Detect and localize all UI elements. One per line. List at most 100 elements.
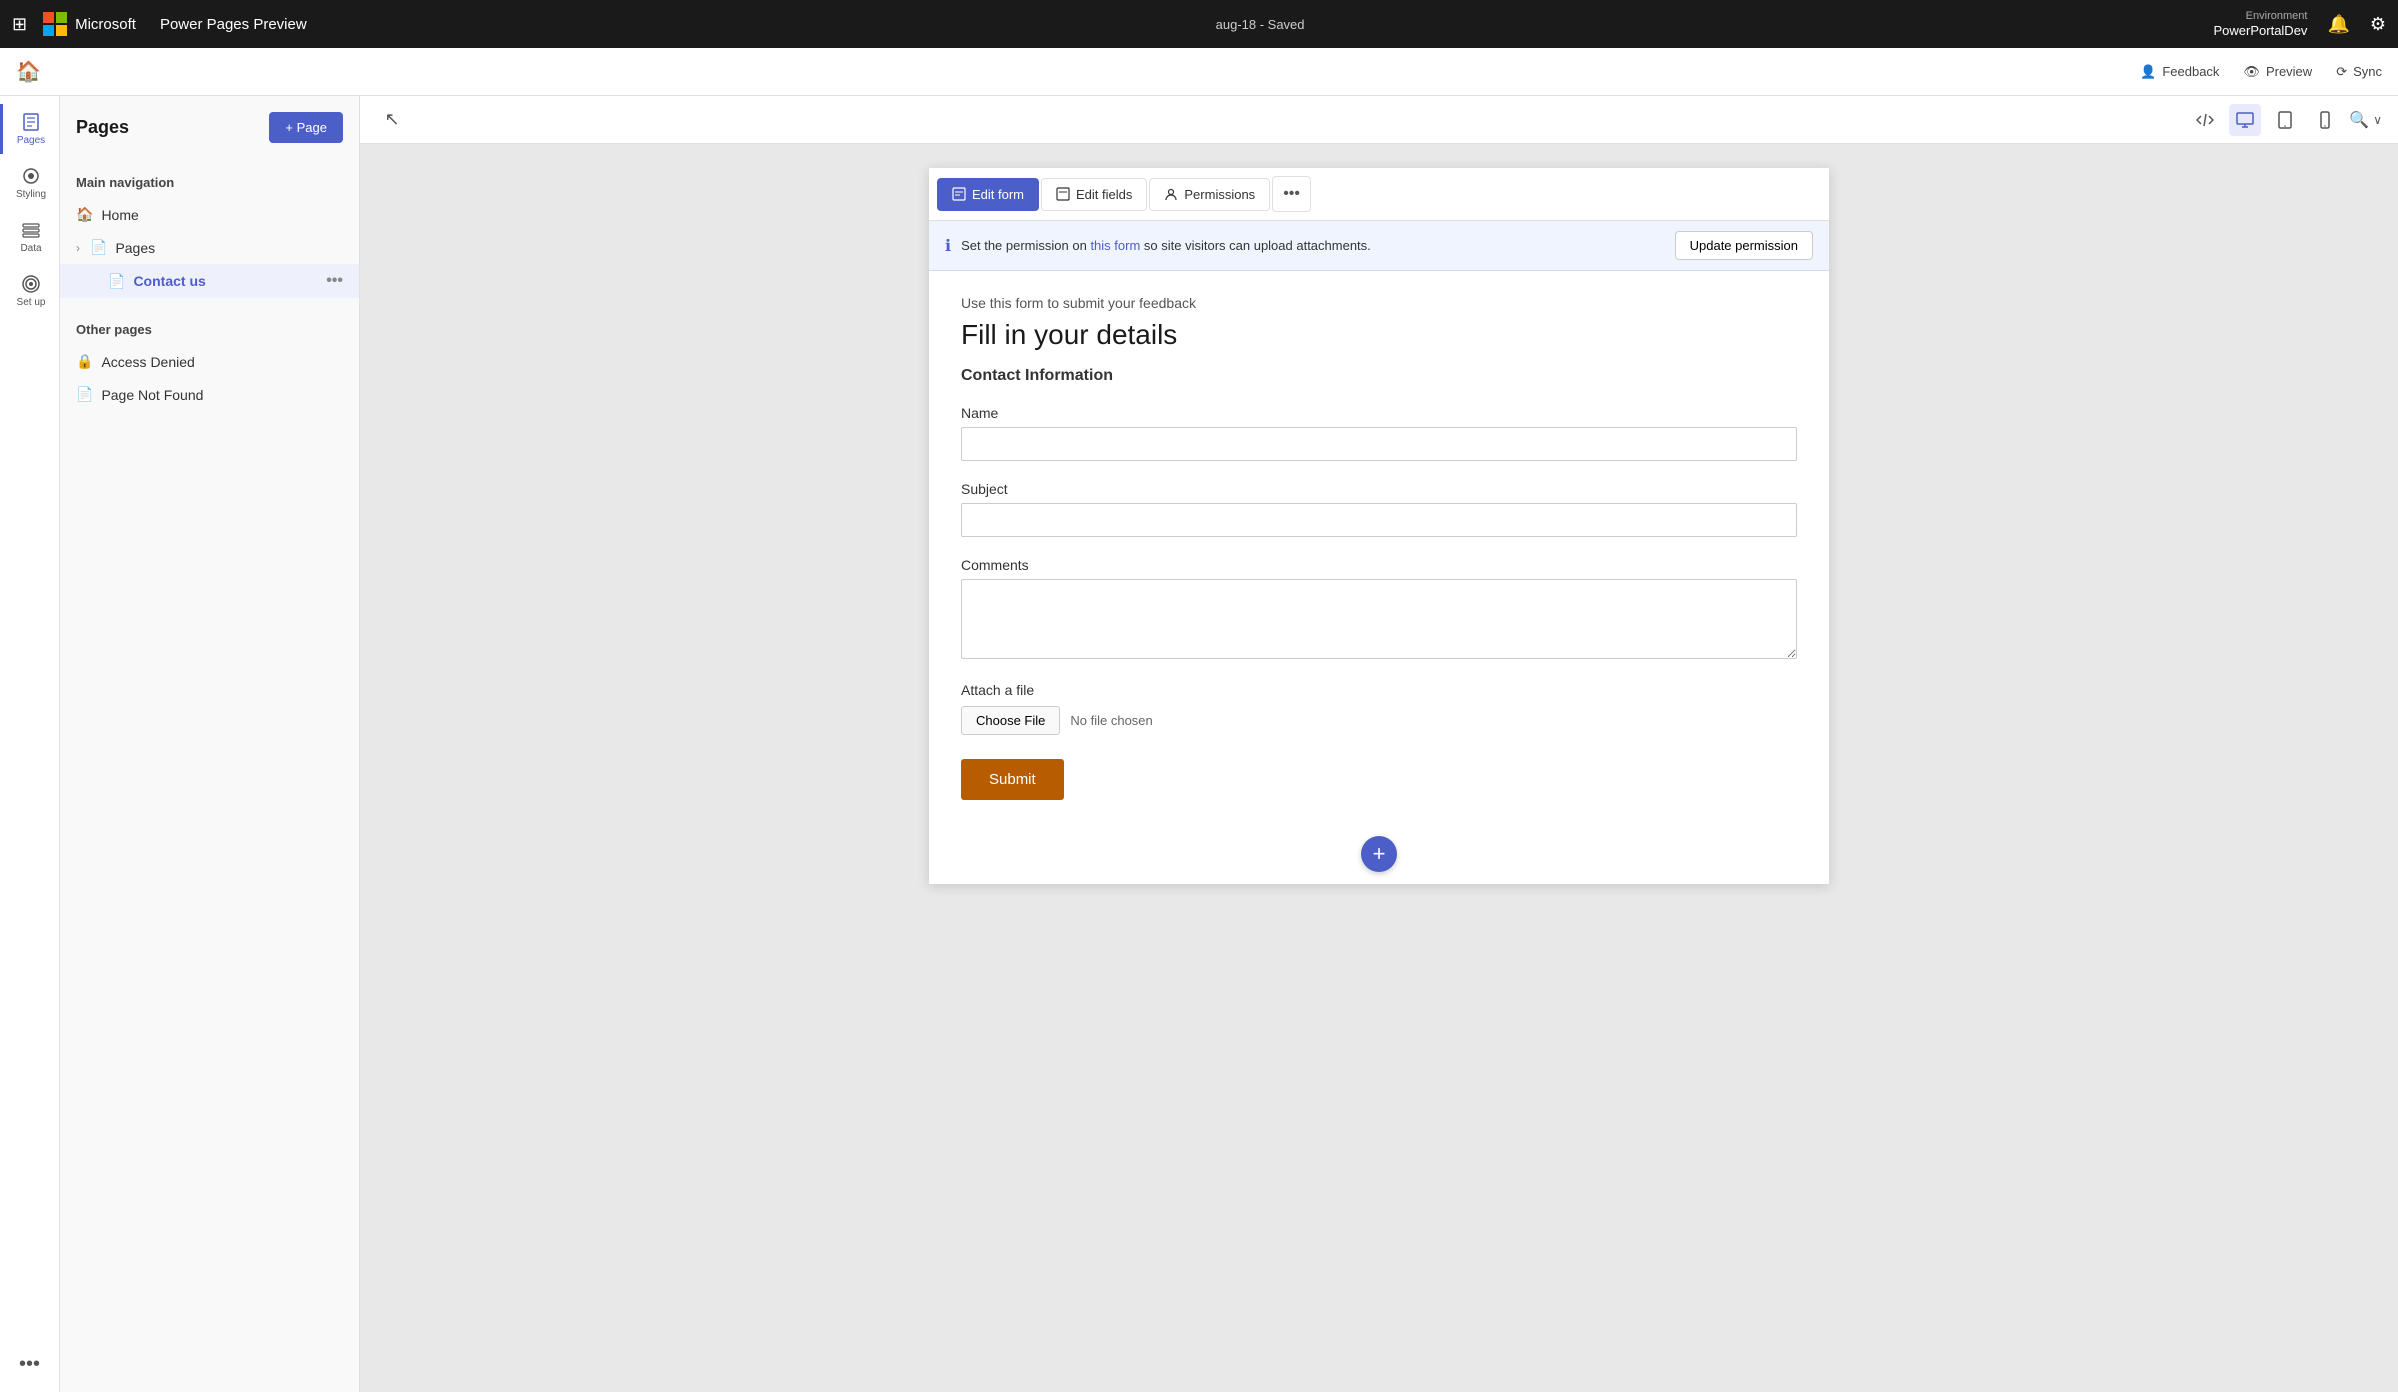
data-icon (21, 220, 41, 240)
pointer-tool-btn[interactable]: ↖ (376, 104, 408, 136)
nav-item-more-icon[interactable]: ••• (326, 272, 343, 290)
add-page-button[interactable]: + Page (269, 112, 343, 143)
form-content: Use this form to submit your feedback Fi… (929, 271, 1829, 824)
canvas-frame: Edit form Edit fields (929, 168, 1829, 884)
nav-item-contact-us[interactable]: 📄 Contact us ••• (60, 264, 359, 298)
sidebar-item-styling[interactable]: Styling (0, 158, 59, 208)
submit-button[interactable]: Submit (961, 759, 1064, 800)
sidebar-item-data[interactable]: Data (0, 212, 59, 262)
feedback-button[interactable]: 👤 Feedback (2140, 64, 2219, 80)
nav-item-home[interactable]: 🏠 Home (60, 198, 359, 231)
add-section-icon: + (1373, 841, 1386, 867)
pages-panel-header: Pages + Page (60, 96, 359, 159)
main-area: Pages Styling Data Set up ••• (0, 96, 2398, 1392)
form-title: Fill in your details (961, 319, 1797, 351)
notification-icon[interactable]: 🔔 (2327, 14, 2349, 35)
access-denied-icon: 🔒 (76, 353, 93, 370)
comments-field: Comments (961, 557, 1797, 662)
mobile-icon (2316, 111, 2334, 129)
edit-fields-label: Edit fields (1076, 187, 1132, 202)
canvas-scroll[interactable]: Edit form Edit fields (360, 144, 2398, 1392)
main-nav-title: Main navigation (60, 167, 359, 198)
nav-item-home-label: Home (101, 207, 138, 223)
chevron-icon: › (76, 241, 80, 255)
zoom-chevron: ∨ (2373, 113, 2382, 127)
nav-item-pages[interactable]: › 📄 Pages (60, 231, 359, 264)
code-icon (2196, 111, 2214, 129)
contact-nav-icon: 📄 (108, 273, 125, 290)
microsoft-brand-label: Microsoft (75, 16, 136, 33)
nav-item-page-not-found-label: Page Not Found (101, 387, 203, 403)
nav-item-access-denied-label: Access Denied (101, 354, 194, 370)
pages-icon (21, 112, 41, 132)
permissions-button[interactable]: Permissions (1149, 178, 1270, 211)
preview-label: Preview (2266, 64, 2312, 79)
subject-field: Subject (961, 481, 1797, 537)
nav-item-page-not-found[interactable]: 📄 Page Not Found (60, 378, 359, 411)
page-not-found-icon: 📄 (76, 386, 93, 403)
update-permission-button[interactable]: Update permission (1675, 231, 1813, 260)
tablet-icon (2276, 111, 2294, 129)
add-section-button[interactable]: + (1361, 836, 1397, 872)
sync-icon: ⟳ (2336, 64, 2347, 80)
styling-icon (21, 166, 41, 186)
name-label: Name (961, 405, 1797, 421)
other-pages-title: Other pages (60, 314, 359, 345)
environment-info: Environment PowerPortalDev (2214, 10, 2308, 39)
form-toolbar-more-button[interactable]: ••• (1272, 176, 1311, 212)
permissions-label: Permissions (1184, 187, 1255, 202)
sidebar-item-setup[interactable]: Set up (0, 266, 59, 316)
edit-form-label: Edit form (972, 187, 1024, 202)
sync-label: Sync (2353, 64, 2382, 79)
sidebar-item-pages-label: Pages (17, 135, 45, 146)
zoom-control[interactable]: 🔍 ∨ (2349, 110, 2382, 130)
waffle-icon[interactable]: ⊞ (12, 14, 27, 35)
code-view-btn[interactable] (2189, 104, 2221, 136)
canvas-toolbar-right: 🔍 ∨ (2189, 104, 2382, 136)
topbar: ⊞ Microsoft Power Pages Preview aug-18 -… (0, 0, 2398, 48)
pages-panel-title: Pages (76, 117, 129, 138)
file-row: Choose File No file chosen (961, 706, 1797, 735)
preview-button[interactable]: 👁 Preview (2243, 64, 2312, 80)
edit-form-button[interactable]: Edit form (937, 178, 1039, 211)
feedback-label: Feedback (2162, 64, 2219, 79)
mobile-view-btn[interactable] (2309, 104, 2341, 136)
tablet-view-btn[interactable] (2269, 104, 2301, 136)
preview-icon: 👁 (2243, 64, 2260, 80)
edit-fields-button[interactable]: Edit fields (1041, 178, 1147, 211)
canvas-toolbar-left: ↖ (376, 104, 408, 136)
env-label: Environment (2246, 10, 2308, 23)
desktop-icon (2236, 111, 2254, 129)
pages-panel: Pages + Page Main navigation 🏠 Home › 📄 … (60, 96, 360, 1392)
canvas-toolbar: ↖ (360, 96, 2398, 144)
sidebar-item-data-label: Data (20, 243, 41, 254)
sync-button[interactable]: ⟳ Sync (2336, 64, 2382, 80)
settings-icon[interactable]: ⚙ (2370, 14, 2386, 35)
feedback-icon: 👤 (2140, 64, 2156, 80)
sidebar-more-icon[interactable]: ••• (19, 1353, 40, 1376)
subject-label: Subject (961, 481, 1797, 497)
nav-item-contact-label: Contact us (133, 273, 205, 289)
sidebar-item-pages[interactable]: Pages (0, 104, 59, 154)
permissions-icon (1164, 187, 1178, 201)
topbar-center: aug-18 - Saved (323, 17, 2198, 32)
name-field: Name (961, 405, 1797, 461)
microsoft-logo: Microsoft (43, 12, 136, 36)
comments-textarea[interactable] (961, 579, 1797, 659)
choose-file-button[interactable]: Choose File (961, 706, 1060, 735)
desktop-view-btn[interactable] (2229, 104, 2261, 136)
this-form-link[interactable]: this form (1090, 238, 1140, 253)
app-title-label: Power Pages Preview (160, 16, 307, 33)
no-file-text: No file chosen (1070, 713, 1152, 728)
home-icon[interactable]: 🏠 (16, 59, 41, 84)
subject-input[interactable] (961, 503, 1797, 537)
nav-item-access-denied[interactable]: 🔒 Access Denied (60, 345, 359, 378)
setup-icon (21, 274, 41, 294)
zoom-icon: 🔍 (2349, 110, 2369, 130)
form-toolbar: Edit form Edit fields (929, 168, 1829, 221)
sidebar-item-setup-label: Set up (17, 297, 46, 308)
home-nav-icon: 🏠 (76, 206, 93, 223)
name-input[interactable] (961, 427, 1797, 461)
permission-notice: ℹ Set the permission on this form so sit… (929, 221, 1829, 271)
saved-label: aug-18 - Saved (1216, 17, 1305, 32)
